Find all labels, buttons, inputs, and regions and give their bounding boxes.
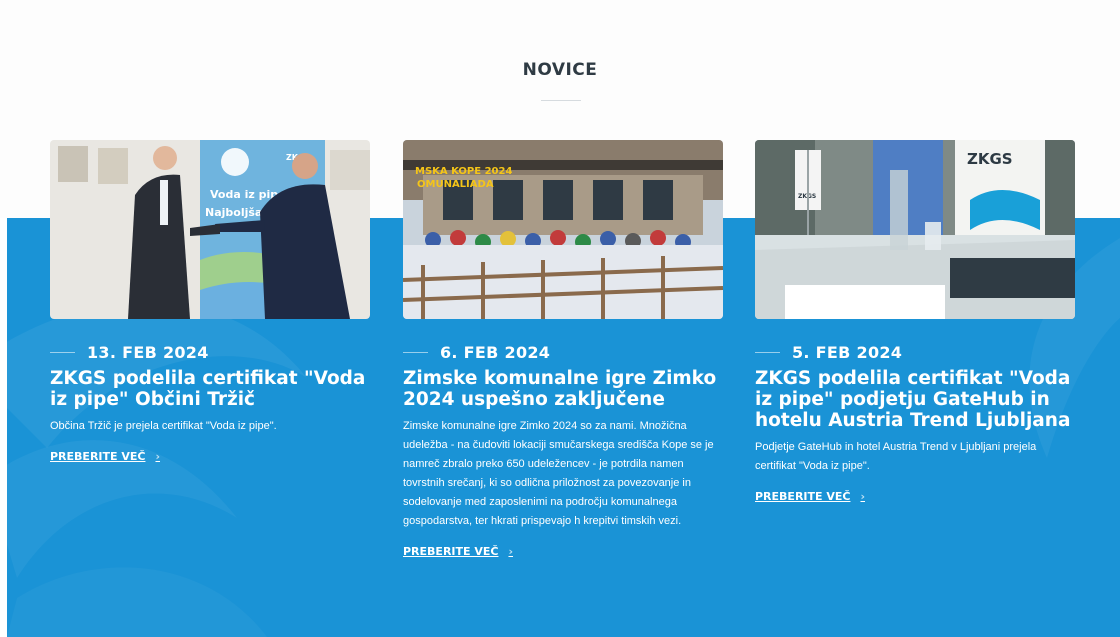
- news-image[interactable]: Voda iz pipe. Najboljša iz ZKGS: [50, 140, 370, 319]
- news-date: 5. FEB 2024: [792, 342, 903, 362]
- title-divider: [541, 100, 581, 101]
- news-excerpt: Zimske komunalne igre Zimko 2024 so za n…: [403, 420, 714, 527]
- read-more-link[interactable]: PREBERITE VEČ ›: [50, 450, 160, 463]
- date-row: 13. FEB 2024: [50, 342, 372, 362]
- svg-text:ZKGS: ZKGS: [967, 150, 1013, 168]
- svg-text:MSKA KOPE 2024: MSKA KOPE 2024: [415, 166, 512, 177]
- news-date: 13. FEB 2024: [87, 342, 209, 362]
- news-image[interactable]: ZKGS ZKGS: [755, 140, 1075, 319]
- date-row: 5. FEB 2024: [755, 342, 1077, 362]
- section-title: NOVICE: [522, 60, 598, 80]
- news-image[interactable]: MSKA KOPE 2024 OMUNALIADA: [403, 140, 723, 319]
- news-title[interactable]: ZKGS podelila certifikat "Voda iz pipe" …: [50, 368, 372, 410]
- news-card: ZKGS ZKGS 5. FEB 2024 ZKGS podelila cert…: [755, 140, 1077, 504]
- news-title[interactable]: Zimske komunalne igre Zimko 2024 uspešno…: [403, 368, 725, 410]
- chevron-right-icon: ›: [155, 450, 161, 463]
- news-title[interactable]: ZKGS podelila certifikat "Voda iz pipe" …: [755, 368, 1077, 431]
- read-more-link[interactable]: PREBERITE VEČ ›: [403, 545, 513, 558]
- news-card: Voda iz pipe. Najboljša iz ZKGS 13. FEB …: [50, 140, 372, 464]
- svg-text:OMUNALIADA: OMUNALIADA: [417, 179, 494, 190]
- chevron-right-icon: ›: [508, 545, 514, 558]
- news-photo-ski-event: MSKA KOPE 2024 OMUNALIADA: [403, 140, 723, 319]
- news-excerpt: Občina Tržič je prejela certifikat "Voda…: [50, 420, 277, 432]
- news-card: MSKA KOPE 2024 OMUNALIADA 6. FEB 2024 Zi…: [403, 140, 725, 559]
- chevron-right-icon: ›: [860, 490, 866, 503]
- read-more-link[interactable]: PREBERITE VEČ ›: [755, 490, 865, 503]
- news-excerpt: Podjetje GateHub in hotel Austria Trend …: [755, 441, 1037, 472]
- date-divider: [50, 351, 75, 353]
- date-divider: [403, 351, 428, 353]
- date-divider: [755, 351, 780, 353]
- read-more-label: PREBERITE VEČ: [50, 450, 146, 463]
- read-more-label: PREBERITE VEČ: [755, 490, 851, 503]
- news-date: 6. FEB 2024: [440, 342, 551, 362]
- news-photo-conference: ZKGS ZKGS: [755, 140, 1075, 319]
- news-photo-certificate: Voda iz pipe. Najboljša iz ZKGS: [50, 140, 370, 319]
- date-row: 6. FEB 2024: [403, 342, 725, 362]
- read-more-label: PREBERITE VEČ: [403, 545, 499, 558]
